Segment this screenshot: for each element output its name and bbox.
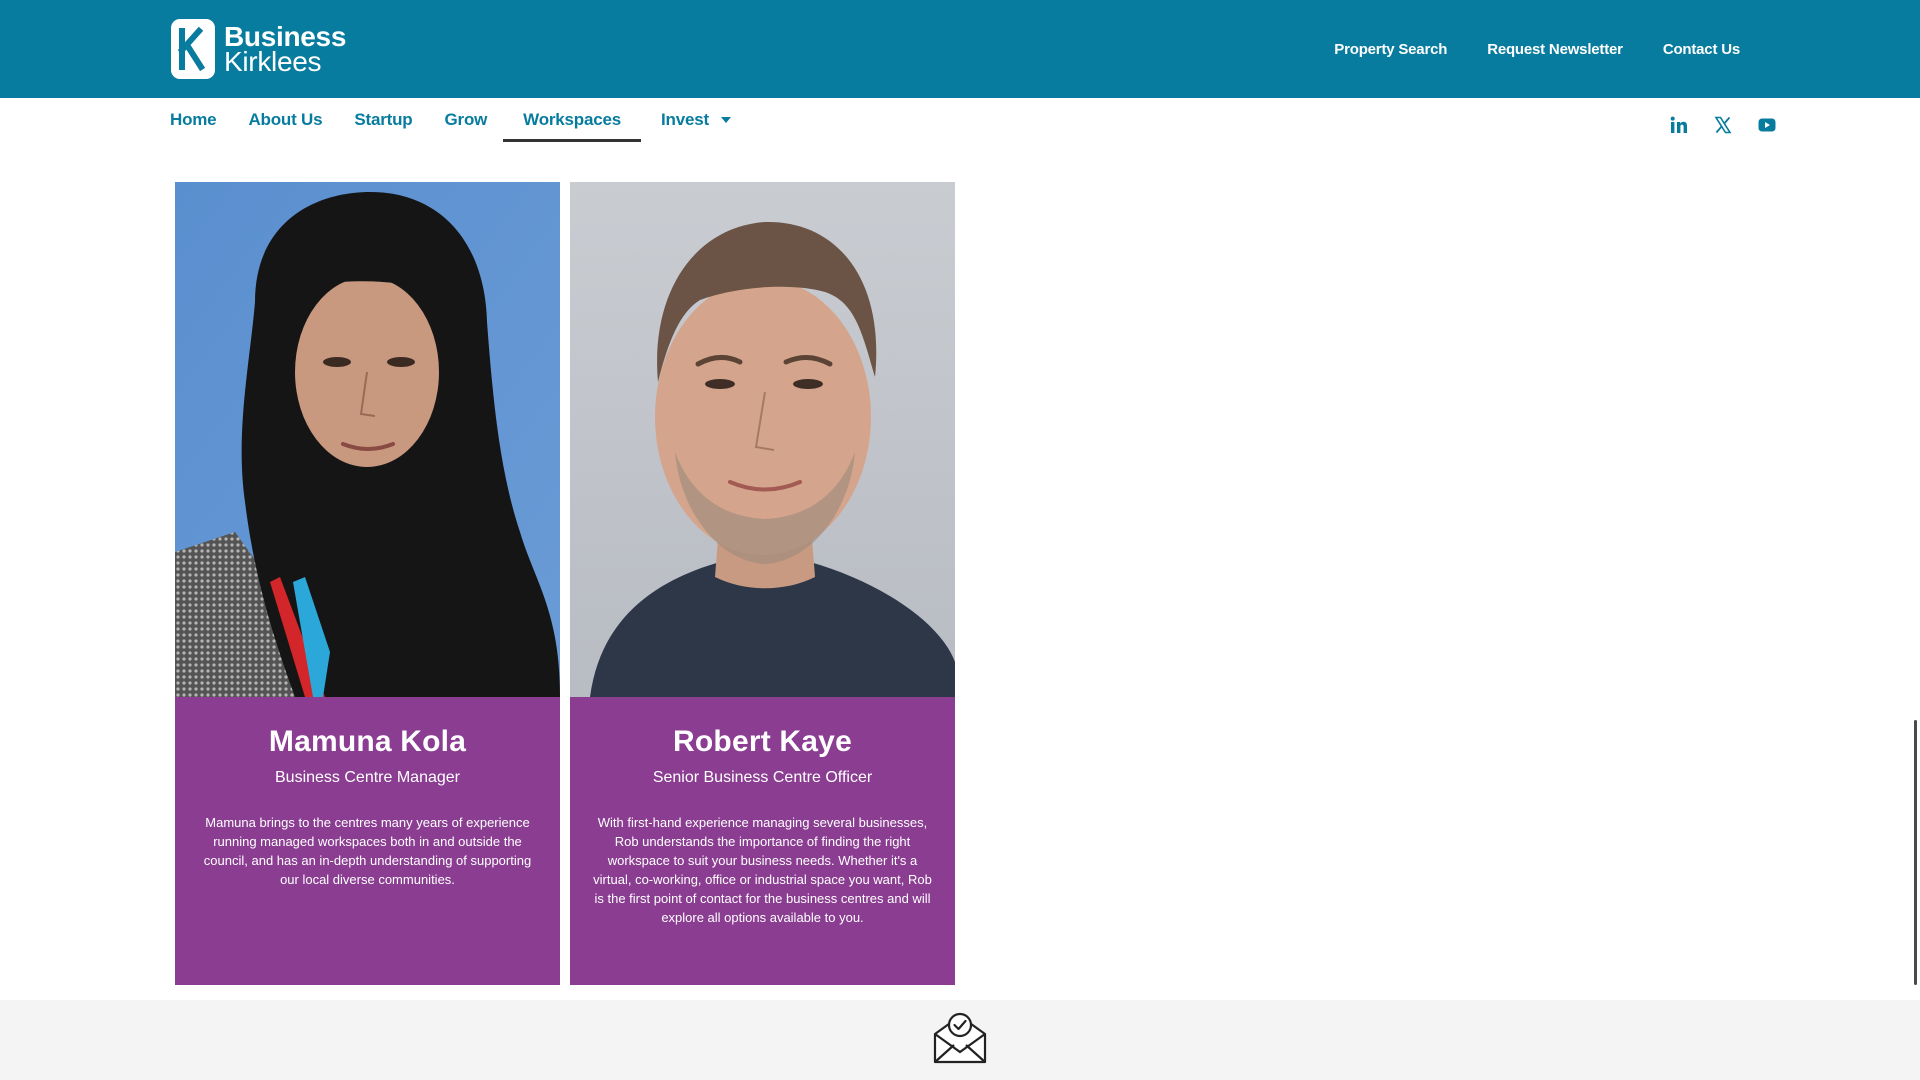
mamuna-kola-photo: [175, 182, 560, 697]
nav-invest[interactable]: Invest: [641, 98, 747, 142]
x-icon[interactable]: [1712, 114, 1734, 136]
nav-home-label: Home: [170, 110, 217, 129]
property-search-link[interactable]: Property Search: [1334, 41, 1447, 58]
page-scrollbar[interactable]: [1914, 720, 1917, 985]
nav-workspaces-label: Workspaces: [523, 110, 622, 129]
caret-down-icon: [720, 117, 731, 123]
nav-about-us[interactable]: About Us: [232, 98, 338, 142]
member-bio: With first-hand experience managing seve…: [593, 815, 932, 925]
nav-grow-label: Grow: [444, 110, 488, 129]
nav-about-us-label: About Us: [248, 110, 323, 129]
utility-nav: Property Search Request Newsletter Conta…: [1334, 0, 1740, 98]
linkedin-icon[interactable]: [1668, 114, 1690, 136]
logo-k-icon: [171, 19, 215, 79]
member-bio: Mamuna brings to the centres many years …: [203, 815, 532, 887]
nav-startup[interactable]: Startup: [338, 98, 428, 142]
nav-home[interactable]: Home: [154, 98, 232, 142]
social-links: [1668, 114, 1778, 136]
nav-grow[interactable]: Grow: [429, 98, 504, 142]
logo-line2: Kirklees: [224, 46, 322, 77]
nav-invest-label: Invest: [661, 110, 709, 129]
youtube-icon[interactable]: [1756, 114, 1778, 136]
nav-startup-label: Startup: [354, 110, 413, 129]
member-name: Robert Kaye: [673, 725, 852, 758]
site-header: Business Kirklees Property Search Reques…: [0, 0, 1920, 98]
robert-kaye-photo: [570, 182, 955, 697]
member-role: Senior Business Centre Officer: [652, 769, 873, 786]
mail-check-icon: [931, 1010, 989, 1071]
member-name: Mamuna Kola: [268, 725, 467, 758]
request-newsletter-link[interactable]: Request Newsletter: [1487, 41, 1623, 58]
main-nav: Home About Us Startup Grow Workspaces In…: [0, 98, 1920, 148]
nav-workspaces[interactable]: Workspaces: [503, 98, 641, 142]
team-card: Robert Kaye Senior Business Centre Offic…: [570, 182, 955, 985]
team-cards: Mamuna Kola Business Centre Manager Mamu…: [175, 182, 955, 985]
member-role: Business Centre Manager: [275, 769, 460, 786]
business-kirklees-logo[interactable]: Business Kirklees: [171, 19, 346, 79]
newsletter-strip: [0, 1000, 1920, 1080]
team-card: Mamuna Kola Business Centre Manager Mamu…: [175, 182, 560, 985]
contact-us-link[interactable]: Contact Us: [1663, 41, 1740, 58]
